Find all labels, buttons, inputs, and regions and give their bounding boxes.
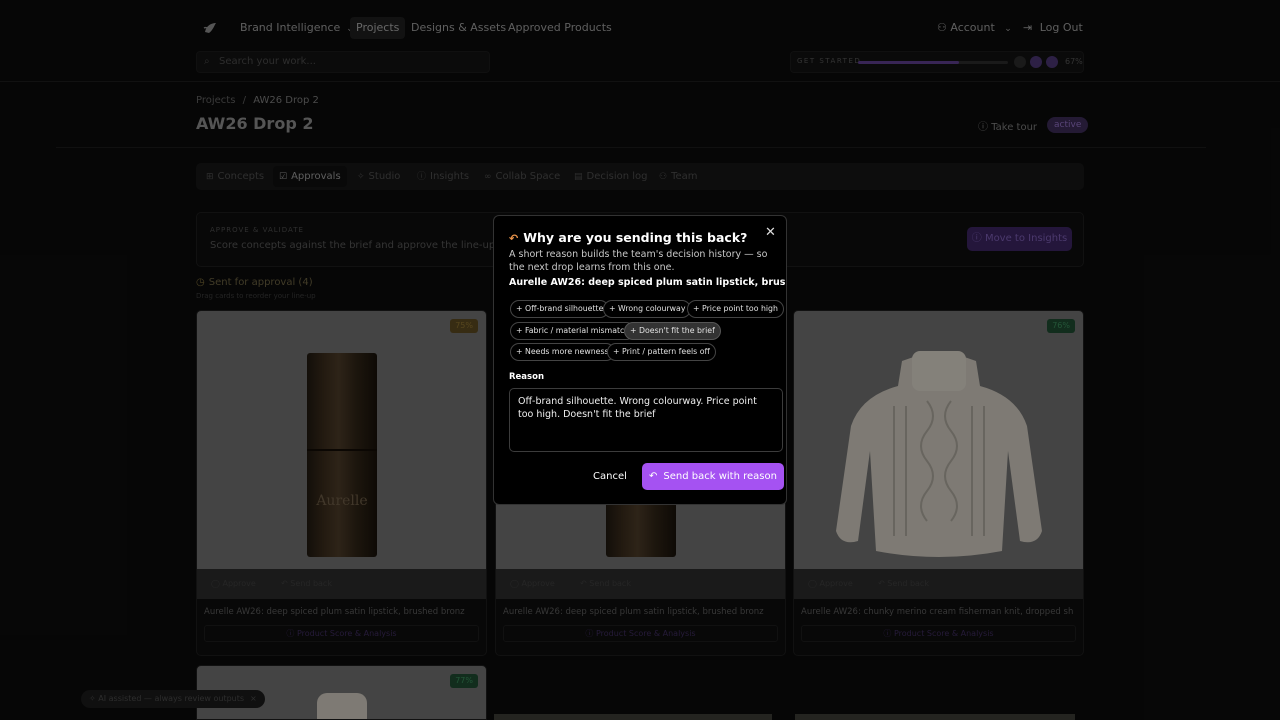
undo-icon: ↶ xyxy=(509,232,519,245)
undo-icon: ↶ xyxy=(649,471,658,482)
dialog-product-name: Aurelle AW26: deep spiced plum satin lip… xyxy=(509,277,786,288)
send-back-with-reason-label: Send back with reason xyxy=(663,471,777,482)
reason-chip-selected[interactable]: + Doesn't fit the brief xyxy=(624,322,721,340)
reason-label: Reason xyxy=(509,372,544,382)
cancel-button[interactable]: Cancel xyxy=(589,468,631,486)
app-page: Brand Intelligence⌄ Projects Designs & A… xyxy=(0,0,1280,720)
reason-chip[interactable]: + Fabric / material mismatch xyxy=(510,322,636,340)
reason-chip[interactable]: + Print / pattern feels off xyxy=(607,343,716,361)
dialog-title: ↶ Why are you sending this back? xyxy=(509,230,747,245)
reason-chip[interactable]: + Needs more newness xyxy=(510,343,615,361)
send-back-with-reason-button[interactable]: ↶ Send back with reason xyxy=(642,463,784,490)
reason-textarea[interactable]: Off-brand silhouette. Wrong colourway. P… xyxy=(509,388,783,452)
dialog-description: A short reason builds the team's decisio… xyxy=(509,249,768,273)
reason-chip[interactable]: + Off-brand silhouette xyxy=(510,300,610,318)
send-back-dialog: ✕ ↶ Why are you sending this back? A shor… xyxy=(493,215,787,505)
reason-chip[interactable]: + Wrong colourway xyxy=(603,300,692,318)
close-icon[interactable]: ✕ xyxy=(765,225,776,240)
dialog-title-text: Why are you sending this back? xyxy=(523,230,748,245)
reason-chip[interactable]: + Price point too high xyxy=(687,300,784,318)
